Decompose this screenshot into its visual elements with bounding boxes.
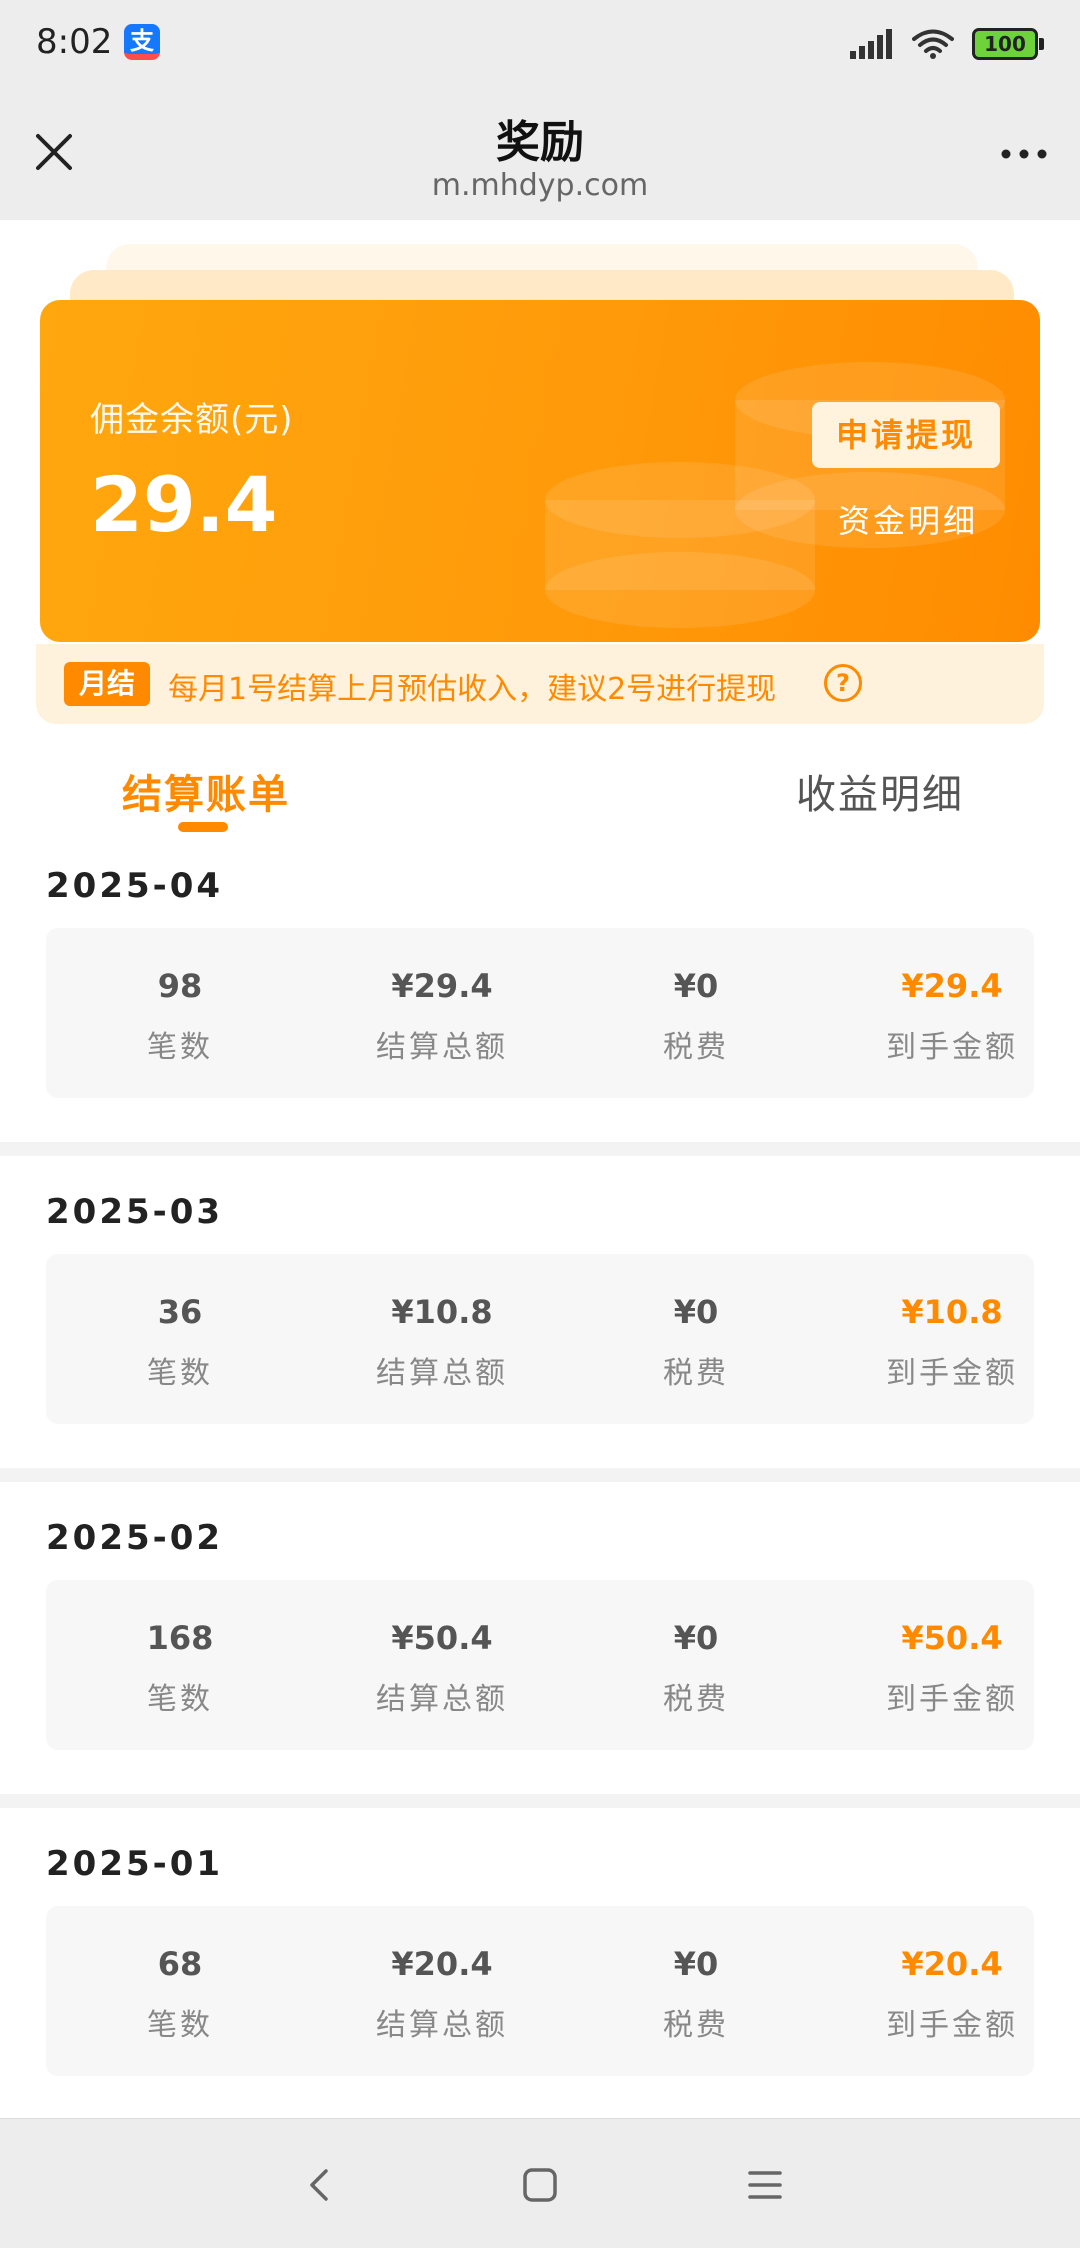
total-label: 结算总额	[376, 1030, 508, 1065]
stat-net: ¥50.4 到手金额	[842, 1616, 1062, 1718]
net-value: ¥10.8	[901, 1293, 1003, 1331]
tax-label: 税费	[663, 1682, 729, 1717]
monthly-badge: 月结	[64, 662, 150, 706]
status-icons: 100	[850, 26, 1044, 62]
status-bar: 8:02 支 100	[0, 0, 1080, 88]
month-section: 2025-04 98 笔数 ¥29.4 结算总额 ¥0 税费 ¥29.4 到手金…	[0, 846, 1080, 1172]
total-label: 结算总额	[376, 1682, 508, 1717]
total-value: ¥20.4	[391, 1945, 493, 1983]
tax-value: ¥0	[673, 1293, 719, 1331]
stat-net: ¥29.4 到手金额	[842, 964, 1062, 1066]
tax-label: 税费	[663, 1356, 729, 1391]
total-label: 结算总额	[376, 1356, 508, 1391]
tax-value: ¥0	[673, 967, 719, 1005]
net-value: ¥50.4	[901, 1619, 1003, 1657]
month-label: 2025-04	[46, 866, 224, 906]
stats-card: 168 笔数 ¥50.4 结算总额 ¥0 税费 ¥50.4 到手金额	[46, 1580, 1034, 1750]
menu-icon[interactable]	[737, 2157, 793, 2213]
net-label: 到手金额	[886, 1356, 1018, 1391]
section-divider	[0, 1794, 1080, 1808]
month-section: 2025-02 168 笔数 ¥50.4 结算总额 ¥0 税费 ¥50.4 到手…	[0, 1498, 1080, 1824]
section-divider	[0, 1468, 1080, 1482]
tab-settlement-bill[interactable]: 结算账单	[122, 762, 290, 820]
stats-card: 68 笔数 ¥20.4 结算总额 ¥0 税费 ¥20.4 到手金额	[46, 1906, 1034, 2076]
stat-net: ¥20.4 到手金额	[842, 1942, 1062, 2044]
month-label: 2025-02	[46, 1518, 224, 1558]
stat-count: 98 笔数	[70, 964, 290, 1066]
stat-net: ¥10.8 到手金额	[842, 1290, 1062, 1392]
net-label: 到手金额	[886, 1682, 1018, 1717]
total-value: ¥29.4	[391, 967, 493, 1005]
battery-tip	[1039, 38, 1044, 50]
stat-count: 68 笔数	[70, 1942, 290, 2044]
back-icon[interactable]	[292, 2157, 348, 2213]
fund-detail-link[interactable]: 资金明细	[838, 496, 978, 542]
active-tab-indicator	[178, 822, 228, 832]
count-value: 98	[157, 967, 203, 1005]
count-value: 68	[157, 1945, 203, 1983]
count-label: 笔数	[147, 1682, 213, 1717]
status-time: 8:02	[36, 22, 113, 62]
tax-label: 税费	[663, 1030, 729, 1065]
stats-card: 98 笔数 ¥29.4 结算总额 ¥0 税费 ¥29.4 到手金额	[46, 928, 1034, 1098]
withdraw-button[interactable]: 申请提现	[812, 402, 1000, 468]
total-value: ¥50.4	[391, 1619, 493, 1657]
count-value: 168	[146, 1619, 214, 1657]
count-value: 36	[157, 1293, 203, 1331]
count-label: 笔数	[147, 2008, 213, 2043]
notice-text: 每月1号结算上月预估收入，建议2号进行提现	[168, 672, 777, 707]
stat-total: ¥20.4 结算总额	[332, 1942, 552, 2044]
month-label: 2025-03	[46, 1192, 224, 1232]
stat-tax: ¥0 税费	[586, 964, 806, 1066]
total-value: ¥10.8	[391, 1293, 493, 1331]
stat-total: ¥50.4 结算总额	[332, 1616, 552, 1718]
stat-count: 36 笔数	[70, 1290, 290, 1392]
stat-total: ¥29.4 结算总额	[332, 964, 552, 1066]
signal-icon	[850, 29, 892, 59]
page-url: m.mhdyp.com	[431, 168, 649, 203]
count-label: 笔数	[147, 1030, 213, 1065]
home-icon[interactable]	[512, 2157, 568, 2213]
stat-tax: ¥0 税费	[586, 1942, 806, 2044]
tax-value: ¥0	[673, 1619, 719, 1657]
system-nav-bar	[0, 2118, 1080, 2248]
balance-value: 29.4	[90, 460, 278, 549]
more-icon[interactable]	[994, 128, 1054, 180]
balance-card: 佣金余额(元) 29.4 申请提现 资金明细	[40, 300, 1040, 642]
page-title: 奖励	[496, 117, 584, 168]
stats-card: 36 笔数 ¥10.8 结算总额 ¥0 税费 ¥10.8 到手金额	[46, 1254, 1034, 1424]
stat-total: ¥10.8 结算总额	[332, 1290, 552, 1392]
net-value: ¥29.4	[901, 967, 1003, 1005]
stat-count: 168 笔数	[70, 1616, 290, 1718]
help-icon[interactable]: ?	[824, 664, 862, 702]
tax-value: ¥0	[673, 1945, 719, 1983]
net-label: 到手金额	[886, 2008, 1018, 2043]
month-label: 2025-01	[46, 1844, 224, 1884]
tab-earnings-detail[interactable]: 收益明细	[796, 762, 964, 820]
tax-label: 税费	[663, 2008, 729, 2043]
wifi-icon	[912, 29, 954, 59]
count-label: 笔数	[147, 1356, 213, 1391]
balance-label: 佣金余额(元)	[90, 400, 294, 440]
month-section: 2025-01 68 笔数 ¥20.4 结算总额 ¥0 税费 ¥20.4 到手金…	[0, 1824, 1080, 2150]
nav-header: 奖励 m.mhdyp.com	[0, 88, 1080, 220]
total-label: 结算总额	[376, 2008, 508, 2043]
alipay-app-icon: 支	[124, 24, 160, 60]
settlement-notice: 月结 每月1号结算上月预估收入，建议2号进行提现 ?	[36, 644, 1044, 724]
coin-stack-decoration	[545, 362, 1005, 628]
net-label: 到手金额	[886, 1030, 1018, 1065]
net-value: ¥20.4	[901, 1945, 1003, 1983]
section-divider	[0, 1142, 1080, 1156]
battery-icon: 100	[972, 28, 1044, 60]
stat-tax: ¥0 税费	[586, 1616, 806, 1718]
battery-level: 100	[972, 28, 1038, 60]
month-section: 2025-03 36 笔数 ¥10.8 结算总额 ¥0 税费 ¥10.8 到手金…	[0, 1172, 1080, 1498]
stat-tax: ¥0 税费	[586, 1290, 806, 1392]
